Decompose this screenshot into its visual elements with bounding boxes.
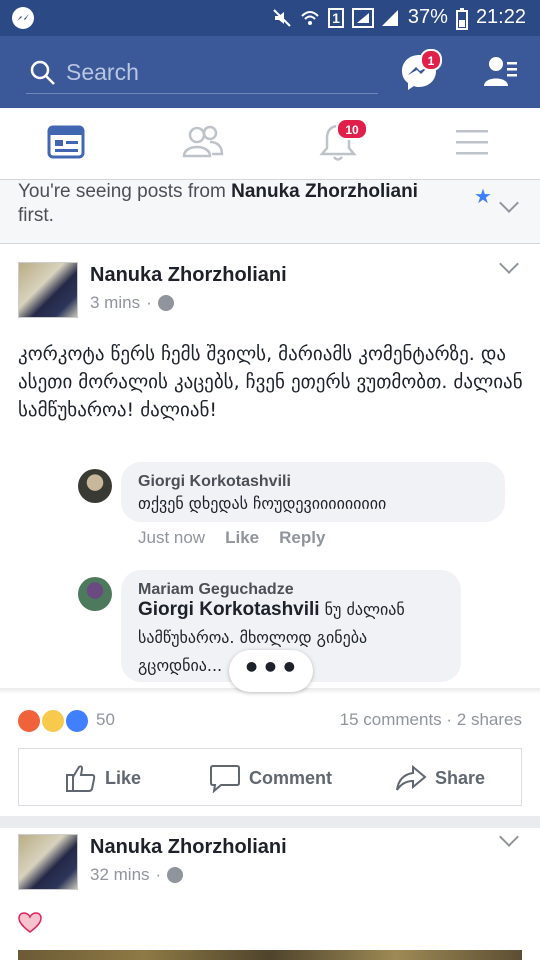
angry-reaction-icon (16, 708, 42, 734)
comment-reply-button[interactable]: Reply (279, 528, 325, 548)
heart-icon (18, 912, 42, 933)
author-avatar[interactable] (18, 262, 78, 318)
more-comments-button[interactable]: ••• (229, 650, 313, 692)
hamburger-menu-icon (456, 130, 488, 155)
messenger-notification-icon (12, 7, 34, 29)
author-avatar[interactable] (18, 834, 78, 890)
see-first-name: Nanuka Zhorzholiani (231, 181, 418, 202)
like-reaction-icon (64, 708, 90, 734)
tab-notifications[interactable]: 10 (318, 118, 368, 166)
signal-icon (380, 8, 400, 28)
comments-count[interactable]: 15 comments (340, 710, 442, 729)
post-author[interactable]: Nanuka Zhorzholiani (90, 264, 287, 287)
post-card: Nanuka Zhorzholiani 32 mins · (0, 827, 540, 960)
tab-news-feed[interactable] (46, 122, 90, 166)
signal-box-icon (351, 7, 374, 28)
globe-icon (157, 295, 174, 311)
news-feed-icon (47, 125, 85, 159)
comment-text: თქვენ დხედას ჩოუდევიიიიიიიიი (138, 494, 387, 513)
banner-options-chevron-icon[interactable] (499, 193, 519, 213)
share-arrow-icon (396, 764, 427, 791)
post-meta: 3 mins · (90, 293, 174, 313)
see-first-banner: You're seeing posts from Nanuka Zhorzhol… (0, 180, 540, 244)
sim-indicator: 1 (328, 7, 344, 28)
commenter-avatar[interactable] (78, 469, 112, 503)
status-bar: 1 37% 21:22 (0, 0, 540, 36)
post-meta: 32 mins · (90, 865, 184, 885)
commenter-avatar[interactable] (78, 577, 112, 611)
friend-requests-button[interactable] (483, 54, 519, 90)
post-options-chevron-icon[interactable] (499, 827, 519, 847)
clock: 21:22 (475, 6, 526, 28)
profile-menu-icon (484, 57, 517, 86)
shares-count[interactable]: 2 shares (457, 710, 522, 729)
post-time[interactable]: 3 mins (90, 293, 140, 313)
comment-author[interactable]: Giorgi Korkotashvili (138, 473, 291, 491)
post-time[interactable]: 32 mins (90, 865, 150, 885)
messenger-badge: 1 (420, 49, 442, 71)
comment-icon (210, 765, 240, 793)
mute-icon (272, 8, 292, 28)
friends-icon (182, 125, 224, 158)
post-options-chevron-icon[interactable] (499, 254, 519, 274)
post-action-bar: Like Comment Share (18, 748, 522, 806)
sad-reaction-icon (40, 708, 66, 734)
tab-bar: 10 (0, 108, 540, 180)
wifi-icon (300, 8, 320, 28)
reaction-count[interactable]: 50 (96, 710, 115, 730)
share-button[interactable]: Share (395, 763, 485, 793)
comment-time: Just now (138, 528, 206, 547)
comment-mention[interactable]: Giorgi Korkotashvili (138, 599, 320, 620)
tab-friends[interactable] (182, 122, 226, 166)
comments-shares-count: 15 comments · 2 shares (339, 710, 522, 729)
battery-icon (455, 7, 468, 30)
tab-menu[interactable] (454, 122, 498, 166)
globe-icon (167, 867, 184, 883)
notifications-badge: 10 (336, 118, 368, 140)
post-photo[interactable] (18, 950, 522, 960)
comment-bubble: Giorgi Korkotashvili თქვენ დხედას ჩოუდევ… (121, 462, 505, 522)
post-text: კორკოტა წერს ჩემს შვილს, მარიამს კომენტა… (18, 343, 523, 421)
search-placeholder: Search (66, 59, 139, 85)
battery-percent: 37% (407, 6, 448, 28)
reaction-stats: 50 15 comments · 2 shares (0, 702, 540, 738)
messenger-button[interactable]: 1 (400, 49, 442, 91)
search-icon (30, 60, 55, 85)
app-header: Search 1 (0, 36, 540, 108)
comment-like-button[interactable]: Like (225, 528, 259, 548)
search-input[interactable]: Search (26, 50, 378, 94)
thumbs-up-icon (66, 765, 96, 792)
comment-button[interactable]: Comment (209, 763, 332, 793)
star-icon: ★ (474, 184, 492, 208)
post-author[interactable]: Nanuka Zhorzholiani (90, 836, 287, 859)
comment-actions: Just now Like Reply (138, 528, 325, 548)
post-separator (0, 816, 540, 828)
like-button[interactable]: Like (65, 763, 141, 793)
see-first-text: You're seeing posts from Nanuka Zhorzhol… (18, 181, 418, 226)
